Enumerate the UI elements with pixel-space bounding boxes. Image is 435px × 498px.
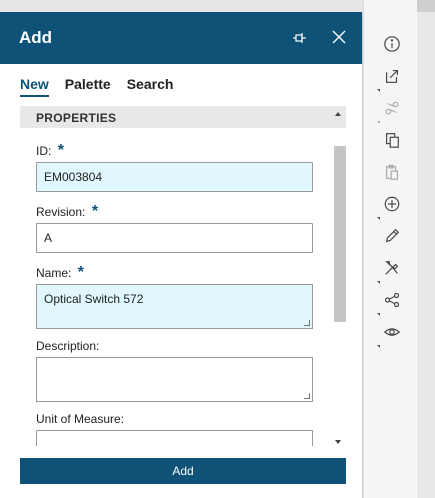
scroll-down-icon[interactable] bbox=[335, 440, 341, 444]
name-label: Name: bbox=[36, 266, 72, 280]
tools-icon[interactable] bbox=[377, 256, 404, 284]
description-field[interactable] bbox=[36, 357, 313, 402]
right-toolbar bbox=[363, 0, 417, 498]
revision-field[interactable]: A bbox=[36, 223, 313, 253]
panel-title: Add bbox=[19, 28, 53, 47]
window-edge-top bbox=[417, 0, 435, 12]
add-circle-icon[interactable] bbox=[377, 192, 404, 220]
name-required-marker: * bbox=[77, 264, 85, 281]
resize-grip-icon[interactable] bbox=[304, 320, 310, 326]
name-field[interactable]: Optical Switch 572 bbox=[36, 284, 313, 329]
tab-new[interactable]: New bbox=[20, 76, 49, 97]
description-label: Description: bbox=[36, 339, 100, 353]
paste-icon bbox=[380, 160, 404, 184]
id-label: ID: bbox=[36, 144, 52, 158]
scroll-up-icon[interactable] bbox=[335, 112, 341, 116]
unit-of-measure-label: Unit of Measure: bbox=[36, 412, 125, 426]
share-icon[interactable] bbox=[377, 288, 404, 316]
tab-palette[interactable]: Palette bbox=[65, 76, 111, 97]
scroll-thumb[interactable] bbox=[334, 146, 346, 322]
id-field[interactable]: EM003804 bbox=[36, 162, 313, 192]
edit-pencil-icon[interactable] bbox=[380, 224, 404, 248]
close-icon[interactable] bbox=[330, 28, 348, 46]
copy-icon[interactable] bbox=[380, 128, 404, 152]
unit-of-measure-field[interactable] bbox=[36, 430, 313, 446]
window-edge bbox=[417, 0, 435, 498]
info-icon[interactable] bbox=[380, 32, 404, 56]
section-header-properties: PROPERTIES bbox=[20, 106, 346, 128]
panel-titlebar: Add bbox=[0, 12, 362, 64]
open-external-icon[interactable] bbox=[377, 64, 404, 92]
eye-icon[interactable] bbox=[377, 320, 404, 348]
cut-icon bbox=[377, 96, 404, 124]
properties-form: PROPERTIES ID: * EM003804 Revision: * A … bbox=[20, 106, 346, 446]
add-panel: Add New Palette Search PROPERTIES ID: * … bbox=[0, 12, 363, 498]
resize-grip-icon[interactable] bbox=[304, 393, 310, 399]
name-field-value: Optical Switch 572 bbox=[44, 292, 144, 306]
id-required-marker: * bbox=[57, 142, 65, 159]
tab-search[interactable]: Search bbox=[127, 76, 174, 97]
revision-label: Revision: bbox=[36, 205, 86, 219]
pin-icon[interactable] bbox=[290, 29, 308, 47]
revision-required-marker: * bbox=[91, 203, 99, 220]
panel-tabs: New Palette Search bbox=[20, 76, 173, 97]
field-list: ID: * EM003804 Revision: * A Name: * Opt… bbox=[36, 142, 313, 446]
add-button[interactable]: Add bbox=[20, 458, 346, 484]
form-scrollbar[interactable] bbox=[334, 106, 346, 446]
